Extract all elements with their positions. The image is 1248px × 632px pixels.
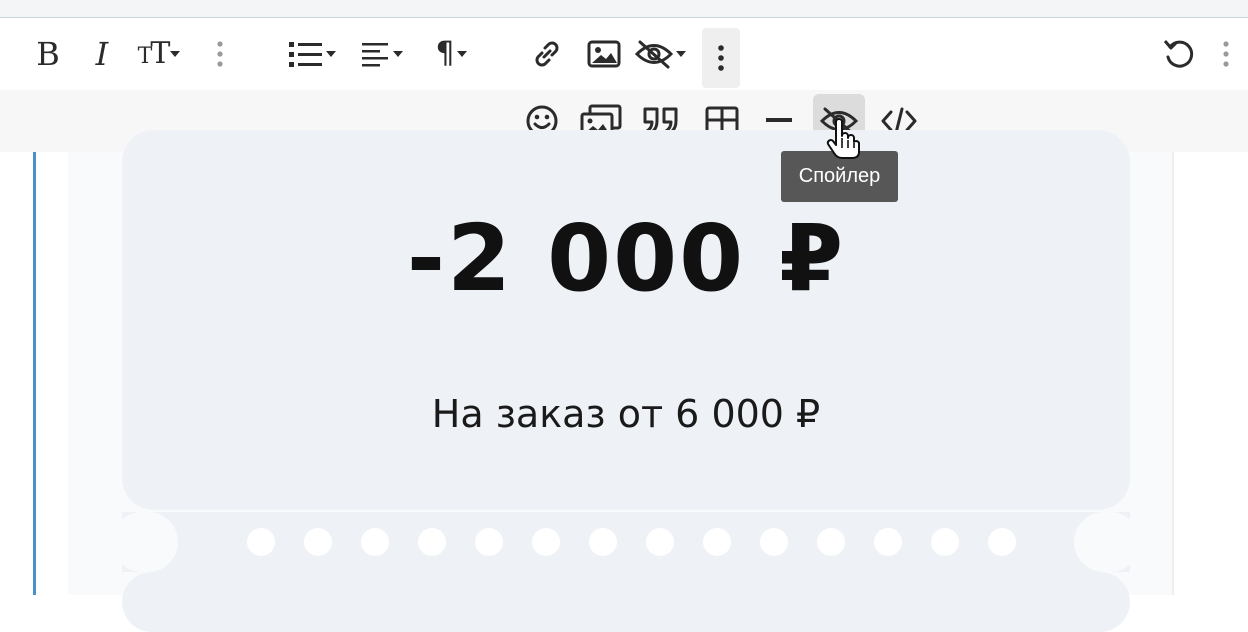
italic-icon: I (95, 35, 109, 73)
perforation-dot (418, 528, 446, 556)
italic-button[interactable]: I (82, 34, 122, 74)
eye-slash-icon (634, 40, 674, 69)
more-vertical-icon (1223, 41, 1229, 67)
image-icon (587, 40, 621, 68)
perforation-dot (703, 528, 731, 556)
perforation-dot (988, 528, 1016, 556)
perforation-dot (475, 528, 503, 556)
coupon-bottom (122, 572, 1130, 632)
chevron-down-icon (676, 51, 686, 57)
bold-button[interactable]: B (28, 34, 68, 74)
coupon-dots (247, 528, 1016, 556)
perforation-dot (874, 528, 902, 556)
chevron-down-icon (456, 51, 467, 57)
perforation-dot (532, 528, 560, 556)
coupon-notch-left (112, 512, 178, 572)
align-left-icon (362, 43, 388, 67)
coupon-condition: На заказ от 6 000 ₽ (431, 392, 821, 436)
coupon-notch-right (1074, 512, 1140, 572)
minus-icon (766, 118, 792, 122)
perforation-dot (589, 528, 617, 556)
text-size-button[interactable]: TT (130, 34, 188, 74)
hand-cursor-icon (826, 118, 860, 159)
align-button[interactable] (356, 34, 408, 74)
quote-bar (33, 152, 36, 595)
perforation-dot (247, 528, 275, 556)
pilcrow-icon: ¶ (435, 36, 455, 71)
more-vertical-icon (718, 45, 724, 71)
bullet-list-button[interactable] (286, 34, 338, 74)
chevron-down-icon (170, 51, 181, 57)
bold-icon: B (36, 35, 60, 73)
perforation-dot (817, 528, 845, 556)
more-icon-2[interactable] (1216, 34, 1236, 74)
paragraph-button[interactable]: ¶ (426, 34, 476, 74)
more-vertical-icon (217, 41, 223, 67)
bullet-list-icon (289, 42, 322, 67)
image-edge (1172, 152, 1174, 595)
undo-button[interactable] (1158, 34, 1200, 74)
coupon-card (122, 130, 1130, 510)
undo-icon (1163, 40, 1194, 68)
perforation-dot (646, 528, 674, 556)
main-toolbar: B I TT ¶ (0, 18, 1248, 90)
link-icon (535, 41, 559, 67)
chevron-down-icon (393, 51, 403, 57)
text-size-icon: TT (137, 36, 171, 71)
link-button[interactable] (526, 34, 568, 74)
chevron-down-icon (326, 51, 336, 57)
more-button[interactable] (702, 28, 740, 88)
perforation-dot (304, 528, 332, 556)
more-icon-1[interactable] (210, 34, 230, 74)
top-strip (0, 0, 1248, 18)
perforation-dot (931, 528, 959, 556)
image-button[interactable] (584, 34, 624, 74)
hide-content-button[interactable] (632, 34, 688, 74)
perforation-dot (361, 528, 389, 556)
coupon-amount: -2 000 ₽ (406, 205, 846, 312)
perforation-dot (760, 528, 788, 556)
